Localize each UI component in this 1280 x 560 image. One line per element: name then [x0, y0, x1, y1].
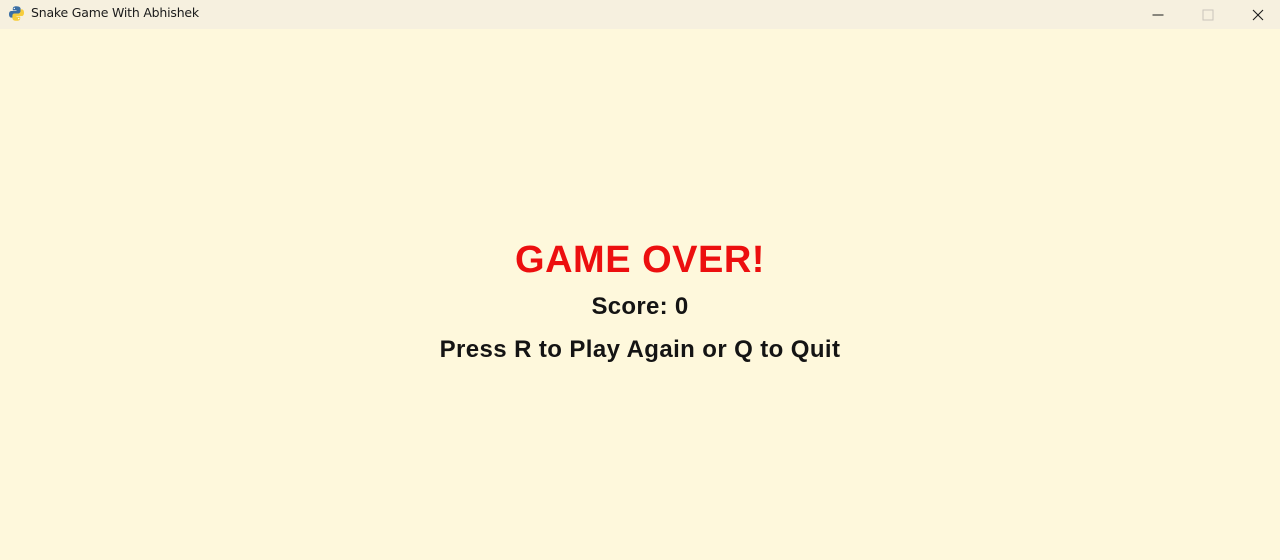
- minimize-button[interactable]: [1133, 0, 1183, 29]
- maximize-button[interactable]: [1183, 0, 1233, 29]
- window-title: Snake Game With Abhishek: [31, 5, 199, 20]
- minimize-icon: [1152, 9, 1164, 21]
- python-icon: [8, 5, 25, 22]
- close-button[interactable]: [1233, 0, 1280, 29]
- close-icon: [1252, 9, 1264, 21]
- score-text: Score: 0: [591, 293, 689, 320]
- title-bar[interactable]: Snake Game With Abhishek: [0, 0, 1280, 29]
- maximize-icon: [1202, 9, 1214, 21]
- game-over-heading: GAME OVER!: [515, 239, 765, 281]
- game-canvas[interactable]: GAME OVER! Score: 0 Press R to Play Agai…: [0, 29, 1280, 560]
- restart-prompt: Press R to Play Again or Q to Quit: [439, 336, 841, 363]
